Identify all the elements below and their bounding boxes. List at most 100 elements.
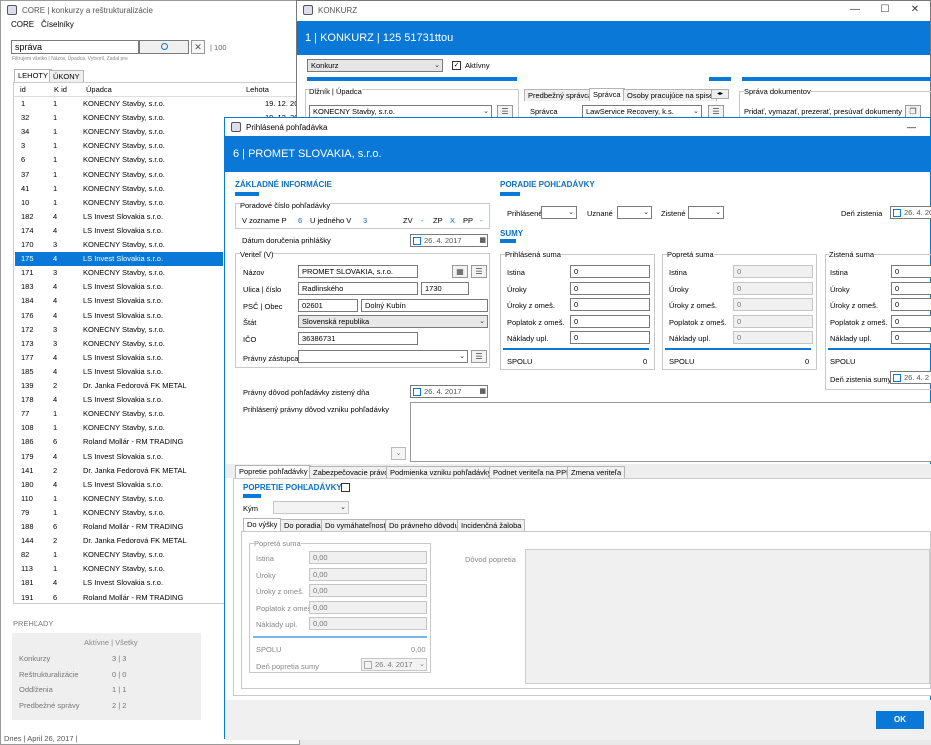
prihlaseny-dovod-textarea[interactable]: [410, 402, 931, 462]
tab-predbezny-spravca[interactable]: Predbežný správca: [524, 89, 597, 101]
tab-popretie[interactable]: Popretie pohľadávky: [235, 465, 312, 478]
col-kid[interactable]: K id: [54, 83, 67, 97]
close-window-icon[interactable]: ✕: [900, 1, 930, 19]
poprieta-row-field[interactable]: 0: [733, 298, 813, 312]
table-row[interactable]: 191 6 Roland Mollár - RM TRADING: [15, 591, 223, 605]
popretie-den-checkbox[interactable]: [364, 661, 372, 669]
table-row[interactable]: 139 2 Dr. Janka Fedorová FK METAL: [15, 379, 223, 393]
subtab-do-poradia[interactable]: Do poradia: [280, 519, 325, 531]
tab-spravca[interactable]: Správca: [589, 88, 625, 101]
table-row[interactable]: 113 1 KONECNY Stavby, s.r.o.: [15, 562, 223, 576]
table-row[interactable]: 175 4 LS Invest Slovakia s.r.o.: [15, 252, 223, 267]
table-row[interactable]: 144 2 Dr. Janka Fedorová FK METAL: [15, 534, 223, 548]
table-row[interactable]: 3 1 KONECNY Stavby, s.r.o.: [15, 139, 223, 153]
table-row[interactable]: 183 4 LS Invest Slovakia s.r.o.: [15, 280, 223, 294]
table-row[interactable]: 170 3 KONECNY Stavby, s.r.o.: [15, 238, 223, 252]
table-row[interactable]: 180 4 LS Invest Slovakia s.r.o.: [15, 478, 223, 492]
table-row[interactable]: 41 1 KONECNY Stavby, s.r.o.: [15, 182, 223, 196]
table-row[interactable]: 178 4 LS Invest Slovakia s.r.o.: [15, 393, 223, 407]
psc-field[interactable]: 02601: [298, 299, 358, 312]
table-row[interactable]: 6 1 KONECNY Stavby, s.r.o.: [15, 153, 223, 167]
popretie-den-picker[interactable]: 26. 4. 2017 ⌄: [361, 658, 427, 671]
table-row[interactable]: 186 6 Roland Mollár - RM TRADING: [15, 435, 223, 449]
nazov-grid-button[interactable]: ▦: [452, 265, 468, 278]
minimize-icon[interactable]: —: [840, 1, 870, 19]
table-row[interactable]: 184 4 LS Invest Slovakia s.r.o.: [15, 294, 223, 308]
stat-combo[interactable]: Slovenská republika ⌄: [298, 315, 488, 328]
subtab-incidencna[interactable]: Incidenčná žaloba: [457, 519, 526, 531]
popretie-row-field[interactable]: 0,00: [309, 617, 427, 631]
table-row[interactable]: 108 1 KONECNY Stavby, s.r.o.: [15, 421, 223, 435]
maximize-icon[interactable]: ☐: [870, 1, 900, 19]
kym-combo[interactable]: ⌄: [273, 501, 349, 514]
tabs-scroll[interactable]: ◂▸: [711, 89, 729, 99]
zistene-combo[interactable]: ⌄: [688, 206, 724, 219]
tab-zabezpecovacie[interactable]: Zabezpečovacie právo: [309, 466, 393, 478]
calendar-icon[interactable]: ▦: [479, 387, 486, 396]
poprieta-row-field[interactable]: 0: [733, 281, 813, 295]
calendar-icon[interactable]: ▦: [479, 236, 486, 245]
popretie-row-field[interactable]: 0,00: [309, 600, 427, 614]
ico-field[interactable]: 36386731: [298, 332, 418, 345]
table-row[interactable]: 181 4 LS Invest Slovakia s.r.o.: [15, 576, 223, 590]
popretie-row-field[interactable]: 0,00: [309, 584, 427, 598]
ok-button[interactable]: OK: [876, 711, 924, 729]
table-row[interactable]: 34 1 KONECNY Stavby, s.r.o.: [15, 125, 223, 139]
table-row[interactable]: 182 4 LS Invest Slovakia s.r.o.: [15, 210, 223, 224]
table-row[interactable]: 79 1 KONECNY Stavby, s.r.o.: [15, 506, 223, 520]
prihlasene-combo[interactable]: ⌄: [541, 206, 577, 219]
table-row[interactable]: 176 4 LS Invest Slovakia s.r.o.: [15, 309, 223, 323]
datum-picker[interactable]: 26. 4. 2017 ▦: [410, 234, 488, 247]
prihlasena-row-field[interactable]: 0: [570, 298, 650, 312]
search-input[interactable]: správa: [11, 40, 139, 54]
zistena-row-field[interactable]: 0: [891, 281, 931, 295]
prihlasena-row-field[interactable]: 0: [570, 331, 650, 345]
zastupca-combo[interactable]: ⌄: [298, 350, 468, 363]
popretie-row-field[interactable]: 0,00: [309, 551, 427, 564]
table-row[interactable]: 77 1 KONECNY Stavby, s.r.o.: [15, 407, 223, 421]
table-row[interactable]: 173 3 KONECNY Stavby, s.r.o.: [15, 337, 223, 351]
table-row[interactable]: 188 6 Roland Mollár - RM TRADING: [15, 520, 223, 534]
table-row[interactable]: 37 1 KONECNY Stavby, s.r.o.: [15, 168, 223, 182]
zistena-row-field[interactable]: 0: [891, 331, 931, 345]
obec-field[interactable]: Dolný Kubín: [361, 299, 488, 312]
tab-osoby[interactable]: Osoby pracujúce na spise: [623, 89, 718, 101]
zistena-row-field[interactable]: 0: [891, 298, 931, 312]
popretie-row-field[interactable]: 0,00: [309, 567, 427, 581]
menu-core[interactable]: CORE: [11, 20, 34, 29]
den-zistenia-picker[interactable]: 26. 4. 20: [890, 206, 931, 219]
search-button[interactable]: [139, 40, 189, 54]
clear-search-button[interactable]: ✕: [191, 40, 205, 54]
col-id[interactable]: id: [20, 83, 26, 97]
expand-button[interactable]: ⌄: [391, 447, 406, 460]
ulica-field[interactable]: Radlinského: [298, 282, 418, 295]
nazov-field[interactable]: PROMET SLOVAKIA, s.r.o.: [298, 265, 418, 278]
uznane-combo[interactable]: ⌄: [617, 206, 652, 219]
table-row[interactable]: 10 1 KONECNY Stavby, s.r.o.: [15, 196, 223, 210]
table-row[interactable]: 179 4 LS Invest Slovakia s.r.o.: [15, 450, 223, 464]
popretie-checkbox[interactable]: [341, 483, 350, 492]
col-lehota[interactable]: Lehota: [246, 83, 269, 97]
datum-checkbox[interactable]: [413, 237, 421, 245]
dovod-date-picker[interactable]: 26. 4. 2017 ▦: [410, 385, 488, 398]
poprieta-row-field[interactable]: 0: [733, 331, 813, 345]
menu-ciselniky[interactable]: Číselníky: [41, 20, 74, 29]
table-row[interactable]: 1 1 KONECNY Stavby, s.r.o. 19. 12. 20: [15, 97, 298, 111]
table-row[interactable]: 172 3 KONECNY Stavby, s.r.o.: [15, 323, 223, 337]
table-row[interactable]: 171 3 KONECNY Stavby, s.r.o.: [15, 266, 223, 280]
table-row[interactable]: 321KONECNY Stavby, s.r.o.19. 12. 20: [15, 111, 298, 125]
table-row[interactable]: 141 2 Dr. Janka Fedorová FK METAL: [15, 464, 223, 478]
nazov-menu-button[interactable]: ☰: [471, 265, 487, 278]
subtab-do-pravneho[interactable]: Do právneho dôvodu: [385, 519, 463, 531]
prihlasena-row-field[interactable]: 0: [570, 265, 650, 278]
active-checkbox[interactable]: ✓: [452, 61, 461, 70]
tab-podmienka[interactable]: Podmienka vzniku pohľadávky: [386, 466, 496, 478]
tab-ukony[interactable]: ÚKONY: [49, 70, 84, 82]
zistena-den-checkbox[interactable]: [893, 374, 901, 382]
poprieta-row-field[interactable]: 0: [733, 265, 813, 278]
table-row[interactable]: 177 4 LS Invest Slovakia s.r.o.: [15, 351, 223, 365]
konkurz-type-combo[interactable]: Konkurz ⌄: [307, 59, 443, 72]
table-row[interactable]: 174 4 LS Invest Slovakia s.r.o.: [15, 224, 223, 238]
table-row[interactable]: 82 1 KONECNY Stavby, s.r.o.: [15, 548, 223, 562]
zistena-den-picker[interactable]: 26. 4. 2: [890, 371, 931, 384]
